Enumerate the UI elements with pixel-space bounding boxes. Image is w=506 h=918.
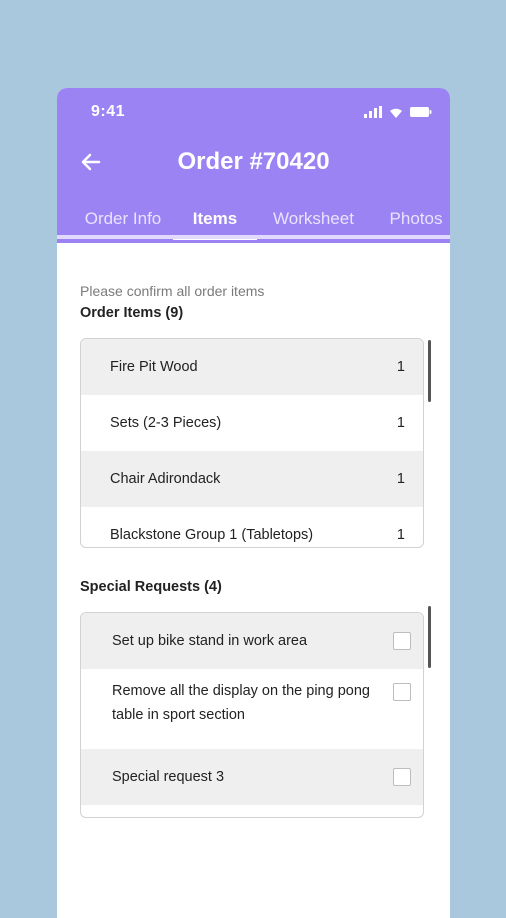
list-item[interactable]: Set up bike stand in work area: [81, 613, 423, 669]
request-text: Special request 3: [112, 769, 225, 785]
tab-order-info[interactable]: Order Info: [73, 207, 173, 237]
status-time: 9:41: [91, 103, 126, 120]
order-items-scrollbar[interactable]: [428, 340, 431, 402]
special-requests-list[interactable]: Set up bike stand in work area Remove al…: [80, 612, 424, 818]
wifi-icon: [390, 108, 402, 118]
item-quantity: 1: [396, 415, 405, 431]
signal-icon: [364, 106, 382, 118]
list-item[interactable]: Special request 3: [81, 749, 423, 805]
status-icons: [364, 106, 432, 118]
list-item[interactable]: Fire Pit Wood 1: [81, 339, 423, 395]
tab-worksheet[interactable]: Worksheet: [273, 207, 354, 237]
list-item[interactable]: Remove all the display on the ping pong …: [81, 669, 423, 749]
list-item[interactable]: Chair Adirondack 1: [81, 451, 423, 507]
special-requests-scrollbar[interactable]: [428, 606, 431, 668]
battery-icon: [410, 107, 432, 117]
tab-underline-track: [57, 235, 450, 239]
request-checkbox[interactable]: [393, 768, 411, 786]
order-items-list[interactable]: Fire Pit Wood 1 Sets (2-3 Pieces) 1 Chai…: [80, 338, 424, 548]
item-name: Fire Pit Wood: [110, 359, 198, 375]
item-name: Sets (2-3 Pieces): [110, 415, 222, 431]
item-name: Chair Adirondack: [110, 471, 221, 487]
request-checkbox[interactable]: [393, 632, 411, 650]
list-item[interactable]: Sets (2-3 Pieces) 1: [81, 395, 423, 451]
confirm-hint: Please confirm all order items: [80, 283, 265, 299]
content: Please confirm all order items Order Ite…: [57, 283, 450, 818]
request-text: Set up bike stand in work area: [112, 633, 308, 649]
request-text: Remove all the display on the ping pong …: [112, 683, 370, 723]
request-checkbox[interactable]: [393, 683, 411, 701]
tab-photos[interactable]: Photos: [386, 207, 446, 237]
item-quantity: 1: [396, 359, 405, 375]
special-requests-heading: Special Requests (4): [80, 579, 222, 595]
phone-screen: 9:41 Order #70420 Order Info Items Works: [57, 88, 450, 918]
item-name: Blackstone Group 1 (Tabletops): [110, 527, 314, 543]
item-quantity: 1: [396, 471, 405, 487]
app-bar: 9:41 Order #70420 Order Info Items Works: [57, 88, 450, 243]
order-items-heading: Order Items (9): [80, 305, 184, 321]
list-item[interactable]: Blackstone Group 1 (Tabletops) 1: [81, 507, 423, 547]
page-title: Order #70420: [177, 148, 330, 175]
item-quantity: 1: [396, 527, 405, 543]
